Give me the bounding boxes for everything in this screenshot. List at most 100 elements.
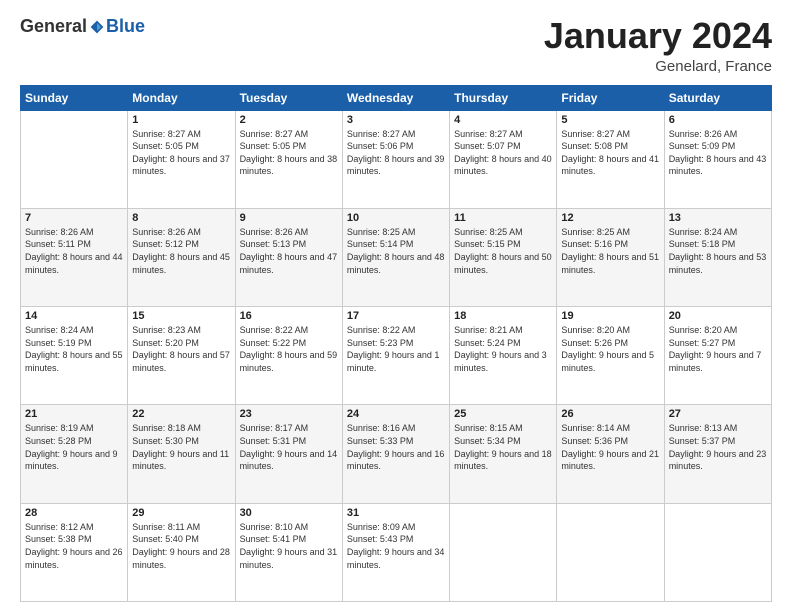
- calendar-cell: [21, 110, 128, 208]
- day-number: 2: [240, 114, 338, 126]
- day-number: 19: [561, 310, 659, 322]
- calendar-cell: 14 Sunrise: 8:24 AMSunset: 5:19 PMDayligh…: [21, 307, 128, 405]
- calendar-cell: 12 Sunrise: 8:25 AMSunset: 5:16 PMDayligh…: [557, 208, 664, 306]
- calendar-cell: 30 Sunrise: 8:10 AMSunset: 5:41 PMDayligh…: [235, 503, 342, 601]
- day-info: Sunrise: 8:20 AMSunset: 5:27 PMDaylight:…: [669, 324, 767, 374]
- calendar-cell: 10Sunrise: 8:25 AMSunset: 5:14 PMDayligh…: [342, 208, 449, 306]
- calendar-cell: 8 Sunrise: 8:26 AMSunset: 5:12 PMDaylight…: [128, 208, 235, 306]
- calendar-table: SundayMondayTuesdayWednesdayThursdayFrid…: [20, 85, 772, 602]
- day-info: Sunrise: 8:24 AMSunset: 5:19 PMDaylight:…: [25, 324, 123, 374]
- calendar-cell: 4 Sunrise: 8:27 AMSunset: 5:07 PMDaylight…: [450, 110, 557, 208]
- day-info: Sunrise: 8:22 AMSunset: 5:23 PMDaylight:…: [347, 324, 445, 374]
- column-header-tuesday: Tuesday: [235, 85, 342, 110]
- day-info: Sunrise: 8:26 AMSunset: 5:13 PMDaylight:…: [240, 226, 338, 276]
- column-header-saturday: Saturday: [664, 85, 771, 110]
- logo-icon: [89, 19, 105, 35]
- day-number: 11: [454, 212, 552, 224]
- calendar-week-4: 28Sunrise: 8:12 AMSunset: 5:38 PMDayligh…: [21, 503, 772, 601]
- calendar-cell: 6 Sunrise: 8:26 AMSunset: 5:09 PMDaylight…: [664, 110, 771, 208]
- day-info: Sunrise: 8:25 AMSunset: 5:16 PMDaylight:…: [561, 226, 659, 276]
- day-number: 12: [561, 212, 659, 224]
- day-number: 27: [669, 408, 767, 420]
- logo-general-text: General: [20, 16, 87, 37]
- day-info: Sunrise: 8:27 AMSunset: 5:07 PMDaylight:…: [454, 128, 552, 178]
- calendar-cell: 16Sunrise: 8:22 AMSunset: 5:22 PMDayligh…: [235, 307, 342, 405]
- day-number: 17: [347, 310, 445, 322]
- day-number: 13: [669, 212, 767, 224]
- day-info: Sunrise: 8:09 AMSunset: 5:43 PMDaylight:…: [347, 521, 445, 571]
- day-number: 3: [347, 114, 445, 126]
- day-number: 22: [132, 408, 230, 420]
- day-info: Sunrise: 8:26 AMSunset: 5:09 PMDaylight:…: [669, 128, 767, 178]
- month-title: January 2024: [544, 16, 772, 56]
- day-info: Sunrise: 8:18 AMSunset: 5:30 PMDaylight:…: [132, 422, 230, 472]
- calendar-cell: 28Sunrise: 8:12 AMSunset: 5:38 PMDayligh…: [21, 503, 128, 601]
- day-number: 28: [25, 507, 123, 519]
- calendar-cell: [557, 503, 664, 601]
- column-header-sunday: Sunday: [21, 85, 128, 110]
- calendar-cell: 13 Sunrise: 8:24 AMSunset: 5:18 PMDayligh…: [664, 208, 771, 306]
- day-info: Sunrise: 8:25 AMSunset: 5:14 PMDaylight:…: [347, 226, 445, 276]
- calendar-cell: 3Sunrise: 8:27 AMSunset: 5:06 PMDaylight…: [342, 110, 449, 208]
- day-number: 7: [25, 212, 123, 224]
- day-info: Sunrise: 8:11 AMSunset: 5:40 PMDaylight:…: [132, 521, 230, 571]
- calendar-cell: [450, 503, 557, 601]
- calendar-week-0: 1Sunrise: 8:27 AMSunset: 5:05 PMDaylight…: [21, 110, 772, 208]
- day-info: Sunrise: 8:19 AMSunset: 5:28 PMDaylight:…: [25, 422, 123, 472]
- calendar-cell: 24 Sunrise: 8:16 AMSunset: 5:33 PMDayligh…: [342, 405, 449, 503]
- day-info: Sunrise: 8:16 AMSunset: 5:33 PMDaylight:…: [347, 422, 445, 472]
- calendar-header-row: SundayMondayTuesdayWednesdayThursdayFrid…: [21, 85, 772, 110]
- day-number: 5: [561, 114, 659, 126]
- calendar-cell: 15 Sunrise: 8:23 AMSunset: 5:20 PMDayligh…: [128, 307, 235, 405]
- calendar-week-1: 7 Sunrise: 8:26 AMSunset: 5:11 PMDaylight…: [21, 208, 772, 306]
- calendar-cell: 29 Sunrise: 8:11 AMSunset: 5:40 PMDayligh…: [128, 503, 235, 601]
- day-number: 18: [454, 310, 552, 322]
- day-number: 14: [25, 310, 123, 322]
- calendar-cell: 7 Sunrise: 8:26 AMSunset: 5:11 PMDaylight…: [21, 208, 128, 306]
- calendar-cell: 18 Sunrise: 8:21 AMSunset: 5:24 PMDayligh…: [450, 307, 557, 405]
- calendar-cell: 5 Sunrise: 8:27 AMSunset: 5:08 PMDaylight…: [557, 110, 664, 208]
- day-info: Sunrise: 8:27 AMSunset: 5:05 PMDaylight:…: [132, 128, 230, 178]
- logo: General Blue: [20, 16, 145, 37]
- day-info: Sunrise: 8:21 AMSunset: 5:24 PMDaylight:…: [454, 324, 552, 374]
- column-header-friday: Friday: [557, 85, 664, 110]
- day-number: 15: [132, 310, 230, 322]
- calendar-cell: [664, 503, 771, 601]
- day-number: 31: [347, 507, 445, 519]
- day-number: 29: [132, 507, 230, 519]
- day-info: Sunrise: 8:26 AMSunset: 5:11 PMDaylight:…: [25, 226, 123, 276]
- day-info: Sunrise: 8:25 AMSunset: 5:15 PMDaylight:…: [454, 226, 552, 276]
- header: General Blue January 2024 Genelard, Fran…: [20, 16, 772, 75]
- calendar-cell: 2Sunrise: 8:27 AMSunset: 5:05 PMDaylight…: [235, 110, 342, 208]
- day-number: 4: [454, 114, 552, 126]
- title-block: January 2024 Genelard, France: [544, 16, 772, 75]
- day-number: 16: [240, 310, 338, 322]
- calendar-week-3: 21 Sunrise: 8:19 AMSunset: 5:28 PMDayligh…: [21, 405, 772, 503]
- day-info: Sunrise: 8:15 AMSunset: 5:34 PMDaylight:…: [454, 422, 552, 472]
- calendar-cell: 20Sunrise: 8:20 AMSunset: 5:27 PMDayligh…: [664, 307, 771, 405]
- day-info: Sunrise: 8:13 AMSunset: 5:37 PMDaylight:…: [669, 422, 767, 472]
- page: General Blue January 2024 Genelard, Fran…: [0, 0, 792, 612]
- calendar-cell: 21 Sunrise: 8:19 AMSunset: 5:28 PMDayligh…: [21, 405, 128, 503]
- day-number: 6: [669, 114, 767, 126]
- calendar-cell: 25Sunrise: 8:15 AMSunset: 5:34 PMDayligh…: [450, 405, 557, 503]
- day-info: Sunrise: 8:10 AMSunset: 5:41 PMDaylight:…: [240, 521, 338, 571]
- day-info: Sunrise: 8:26 AMSunset: 5:12 PMDaylight:…: [132, 226, 230, 276]
- day-info: Sunrise: 8:23 AMSunset: 5:20 PMDaylight:…: [132, 324, 230, 374]
- day-info: Sunrise: 8:27 AMSunset: 5:08 PMDaylight:…: [561, 128, 659, 178]
- calendar-cell: 17 Sunrise: 8:22 AMSunset: 5:23 PMDayligh…: [342, 307, 449, 405]
- day-number: 24: [347, 408, 445, 420]
- logo-blue-text: Blue: [106, 16, 145, 37]
- day-info: Sunrise: 8:20 AMSunset: 5:26 PMDaylight:…: [561, 324, 659, 374]
- day-info: Sunrise: 8:17 AMSunset: 5:31 PMDaylight:…: [240, 422, 338, 472]
- calendar-cell: 1Sunrise: 8:27 AMSunset: 5:05 PMDaylight…: [128, 110, 235, 208]
- column-header-monday: Monday: [128, 85, 235, 110]
- calendar-cell: 23 Sunrise: 8:17 AMSunset: 5:31 PMDayligh…: [235, 405, 342, 503]
- calendar-week-2: 14 Sunrise: 8:24 AMSunset: 5:19 PMDayligh…: [21, 307, 772, 405]
- day-number: 21: [25, 408, 123, 420]
- day-info: Sunrise: 8:24 AMSunset: 5:18 PMDaylight:…: [669, 226, 767, 276]
- day-number: 30: [240, 507, 338, 519]
- column-header-thursday: Thursday: [450, 85, 557, 110]
- day-number: 23: [240, 408, 338, 420]
- day-number: 8: [132, 212, 230, 224]
